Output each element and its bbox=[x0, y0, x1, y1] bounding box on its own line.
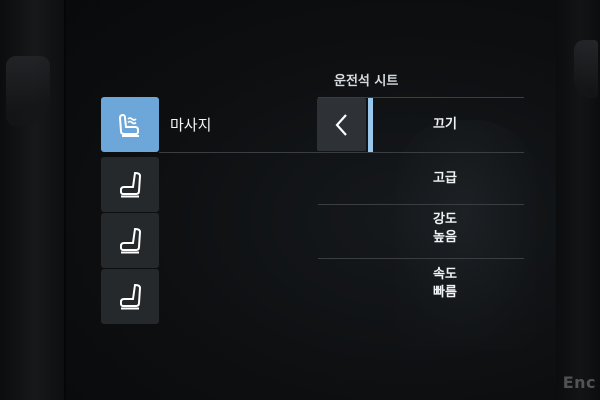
option-divider bbox=[318, 258, 524, 259]
massage-label: 마사지 bbox=[170, 116, 212, 134]
seat-icon bbox=[120, 227, 142, 253]
page-title: 운전석 시트 bbox=[334, 74, 399, 89]
seat-icon bbox=[120, 283, 142, 309]
seat-icon bbox=[120, 171, 142, 197]
row-divider bbox=[159, 152, 524, 153]
right-bezel bbox=[550, 0, 600, 400]
option-intensity-value: 높음 bbox=[433, 230, 457, 245]
air-vent bbox=[6, 56, 50, 126]
option-speed-value: 빠름 bbox=[433, 285, 457, 300]
option-divider bbox=[318, 97, 524, 98]
option-speed[interactable]: 속도 빠름 bbox=[375, 266, 515, 302]
option-intensity-title: 강도 bbox=[433, 212, 457, 227]
seat-massage-icon bbox=[118, 113, 139, 137]
option-off[interactable]: 끄기 bbox=[375, 116, 515, 134]
seat-function-button-3[interactable] bbox=[101, 213, 159, 268]
back-button[interactable] bbox=[317, 98, 366, 151]
seat-function-button-2[interactable] bbox=[101, 157, 159, 212]
air-vent bbox=[574, 40, 598, 98]
option-program[interactable]: 고급 bbox=[375, 170, 515, 188]
selection-indicator bbox=[368, 98, 373, 152]
seat-function-button-4[interactable] bbox=[101, 269, 159, 324]
watermark: Enc bbox=[562, 373, 596, 392]
left-bezel bbox=[0, 0, 64, 400]
option-divider bbox=[318, 204, 524, 205]
option-speed-title: 속도 bbox=[433, 267, 457, 282]
option-intensity[interactable]: 강도 높음 bbox=[375, 211, 515, 247]
seat-massage-button[interactable] bbox=[101, 97, 159, 152]
chevron-left-icon bbox=[335, 113, 347, 136]
infotainment-screen: 운전석 시트 마사지 끄기 고급 강도 높음 속도 빠름 bbox=[66, 0, 556, 400]
